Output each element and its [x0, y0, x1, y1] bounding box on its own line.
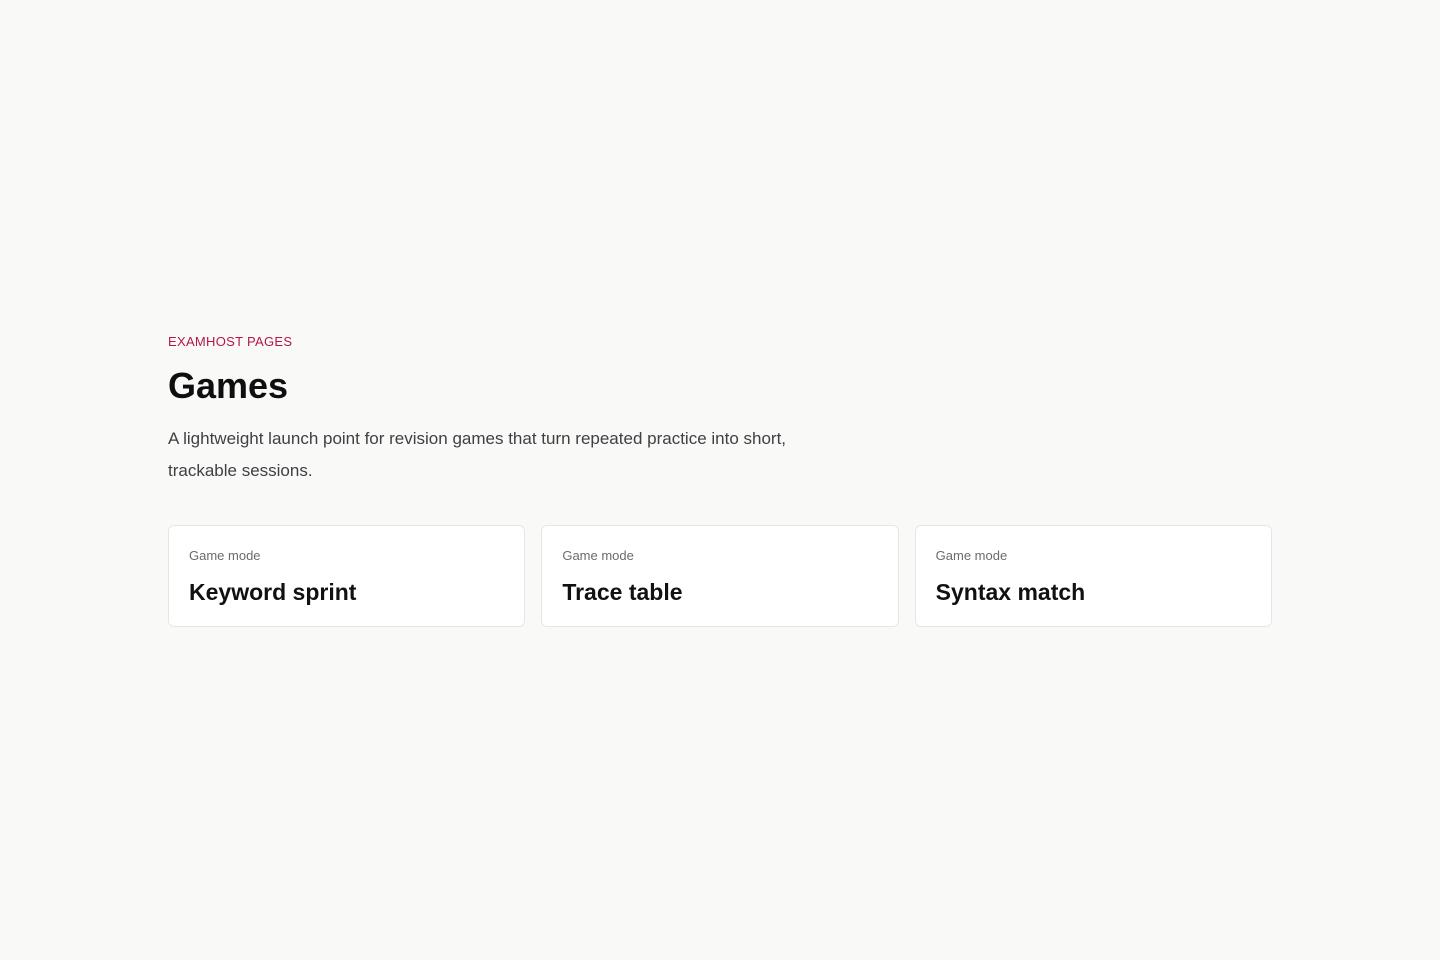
card-title: Keyword sprint: [189, 579, 357, 605]
card-title: Trace table: [562, 579, 683, 605]
page-subtitle: A lightweight launch point for revision …: [168, 429, 787, 480]
game-card-keyword-sprint[interactable]: Game mode Keyword sprint: [168, 525, 526, 627]
main-content: EXAMHOST PAGES Games A lightweight launc…: [168, 333, 1272, 627]
page-title: Games: [168, 365, 289, 406]
game-card-trace-table[interactable]: Game mode Trace table: [541, 525, 899, 627]
page: EXAMHOST PAGES Games A lightweight launc…: [0, 0, 1440, 960]
card-kicker: Game mode: [562, 548, 634, 563]
game-mode-cards: Game mode Keyword sprint Game mode Trace…: [168, 525, 1272, 627]
card-kicker: Game mode: [189, 548, 261, 563]
card-title: Syntax match: [935, 579, 1086, 605]
card-kicker: Game mode: [935, 548, 1008, 563]
section-eyebrow: EXAMHOST PAGES: [168, 334, 293, 349]
game-card-syntax-match[interactable]: Game mode Syntax match: [914, 525, 1272, 627]
